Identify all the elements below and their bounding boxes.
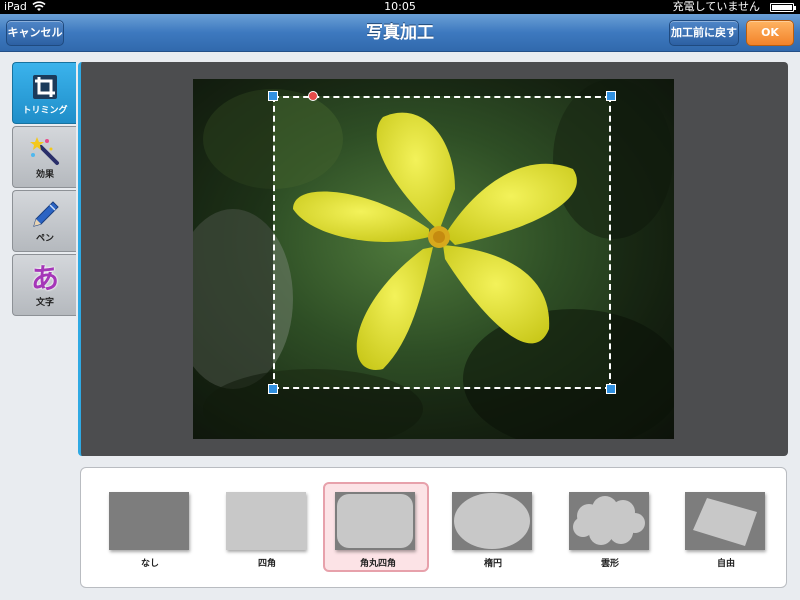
tool-trimming[interactable]: トリミング [12, 62, 76, 124]
tool-label: 文字 [35, 298, 54, 308]
shape-none-thumb [109, 492, 189, 550]
magic-wand-icon [30, 137, 59, 165]
shape-label: 楕円 [483, 559, 502, 569]
crop-handle-bottom-left[interactable] [268, 384, 278, 394]
corner-radius-handle[interactable] [308, 91, 318, 101]
shape-ellipse[interactable]: 楕円 [440, 482, 546, 572]
shape-rounded-rectangle-thumb [335, 492, 415, 550]
pen-icon [33, 201, 59, 227]
shape-panel: なし 四角 角丸四角 楕円 雲形 自由 [80, 467, 787, 588]
revert-button[interactable]: 加工前に戻す [669, 20, 739, 46]
shape-freeform[interactable]: 自由 [673, 482, 779, 572]
status-bar: iPad 10:05 充電していません [0, 0, 800, 14]
shape-none[interactable]: なし [97, 482, 203, 572]
shape-label: なし [140, 559, 159, 569]
shape-label: 角丸四角 [359, 559, 396, 569]
hiragana-a-icon: あ [30, 262, 59, 295]
ok-button[interactable]: OK [746, 20, 794, 46]
tool-label: ペン [35, 234, 54, 244]
shape-label: 四角 [257, 559, 276, 569]
shape-cloud[interactable]: 雲形 [557, 482, 663, 572]
shape-rectangle[interactable]: 四角 [214, 482, 320, 572]
tool-pen[interactable]: ペン [12, 190, 76, 252]
crop-handle-bottom-right[interactable] [606, 384, 616, 394]
navigation-bar: キャンセル 写真加工 加工前に戻す OK [0, 14, 800, 52]
tool-text[interactable]: あ 文字 [12, 254, 76, 316]
shape-label: 雲形 [600, 559, 619, 569]
shape-rounded-rectangle[interactable]: 角丸四角 [323, 482, 429, 572]
crop-icon [33, 75, 57, 99]
crop-frame[interactable] [273, 96, 611, 389]
shape-cloud-thumb [569, 492, 649, 550]
battery-icon [770, 3, 796, 12]
charging-status: 充電していません [672, 0, 760, 13]
shape-rectangle-thumb [226, 492, 306, 550]
tool-label: 効果 [35, 170, 54, 180]
tool-label: トリミング [22, 106, 68, 116]
shape-ellipse-thumb [452, 492, 532, 550]
crop-handle-top-left[interactable] [268, 91, 278, 101]
shape-label: 自由 [716, 559, 735, 569]
crop-handle-top-right[interactable] [606, 91, 616, 101]
tool-effects[interactable]: 効果 [12, 126, 76, 188]
shape-freeform-thumb [685, 492, 765, 550]
